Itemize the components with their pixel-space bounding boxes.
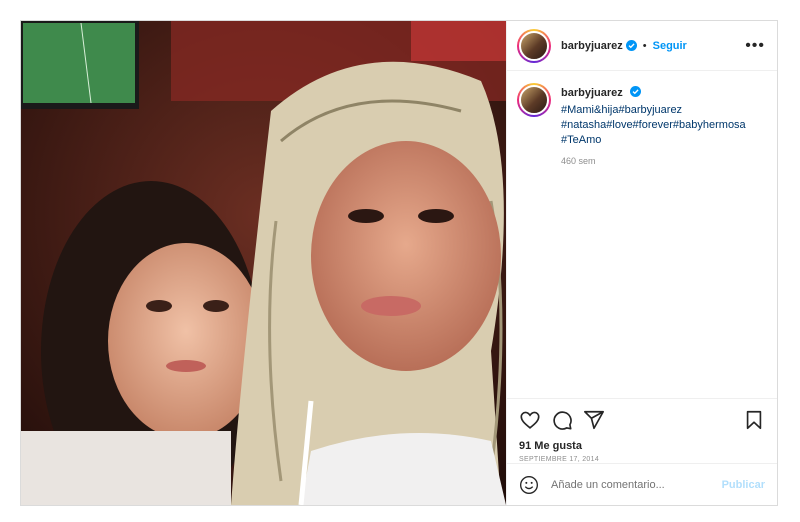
heart-icon[interactable] bbox=[519, 409, 541, 431]
photo-illustration bbox=[21, 21, 506, 505]
post-sidebar: barbyjuarez • Seguir ••• barbyjuarez #Ma… bbox=[506, 21, 777, 505]
caption-avatar[interactable] bbox=[517, 83, 551, 117]
share-icon[interactable] bbox=[583, 409, 605, 431]
caption-section: barbyjuarez #Mami&hija#barbyjuarez #nata… bbox=[507, 71, 777, 398]
likes-count[interactable]: 91 Me gusta bbox=[507, 440, 777, 452]
header-avatar[interactable] bbox=[517, 28, 551, 63]
caption-time[interactable]: 460 sem bbox=[561, 156, 746, 166]
bookmark-icon[interactable] bbox=[743, 409, 765, 431]
hashtag-line[interactable]: #natasha#love#forever#babyhermosa bbox=[561, 118, 746, 133]
action-bar bbox=[507, 398, 777, 440]
comment-box: Publicar bbox=[507, 463, 777, 505]
follow-button[interactable]: Seguir bbox=[653, 40, 687, 52]
caption-hashtags: #Mami&hija#barbyjuarez #natasha#love#for… bbox=[561, 103, 746, 148]
post-photo[interactable] bbox=[21, 21, 506, 505]
separator-dot: • bbox=[642, 39, 647, 52]
hashtag-line[interactable]: #TeAmo bbox=[561, 133, 746, 148]
post-header: barbyjuarez • Seguir ••• bbox=[507, 21, 777, 71]
hashtag-line[interactable]: #Mami&hija#barbyjuarez bbox=[561, 103, 746, 118]
publish-button[interactable]: Publicar bbox=[722, 479, 765, 491]
verified-badge-icon bbox=[625, 40, 637, 51]
more-options-icon[interactable]: ••• bbox=[745, 37, 765, 54]
comment-icon[interactable] bbox=[551, 409, 573, 431]
caption-username[interactable]: barbyjuarez bbox=[561, 87, 623, 99]
verified-badge-icon bbox=[630, 86, 642, 97]
post-date[interactable]: SEPTIEMBRE 17, 2014 bbox=[507, 452, 777, 463]
caption-body: barbyjuarez #Mami&hija#barbyjuarez #nata… bbox=[561, 83, 746, 398]
instagram-post: barbyjuarez • Seguir ••• barbyjuarez #Ma… bbox=[20, 20, 778, 506]
emoji-icon[interactable] bbox=[519, 475, 539, 495]
comment-input[interactable] bbox=[551, 478, 722, 491]
header-username[interactable]: barbyjuarez bbox=[561, 40, 623, 52]
